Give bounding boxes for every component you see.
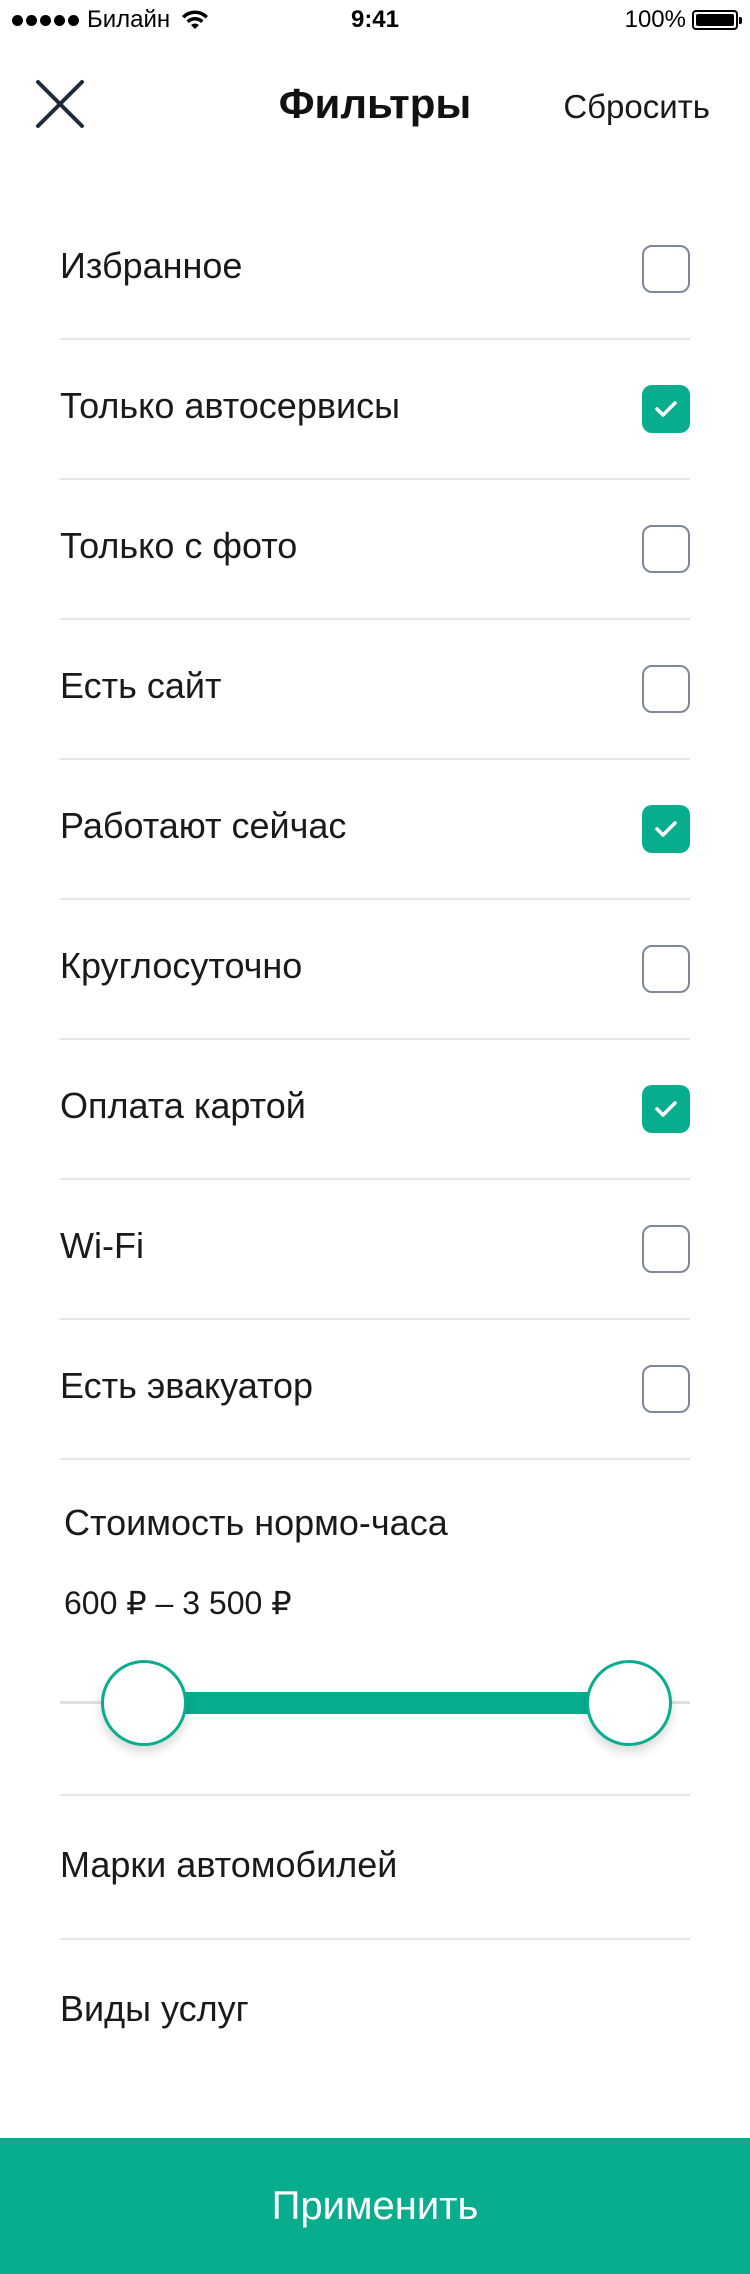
checkbox[interactable] (642, 945, 690, 993)
slider-max-handle[interactable] (586, 1660, 672, 1746)
status-bar: Билайн 9:41 100% (0, 0, 750, 40)
filter-label: Есть эвакуатор (60, 1365, 314, 1406)
checkmark-icon (655, 401, 677, 417)
checkbox[interactable] (642, 1365, 690, 1413)
checkmark-icon (655, 821, 677, 837)
battery-percent: 100% (624, 6, 686, 33)
filter-row-only-autoservices[interactable]: Только автосервисы (0, 340, 750, 480)
filter-row-tow-truck[interactable]: Есть эвакуатор (0, 1320, 750, 1460)
filter-row-favorites[interactable]: Избранное (0, 200, 750, 340)
filter-label: Wi-Fi (60, 1225, 144, 1266)
filter-row-has-website[interactable]: Есть сайт (0, 620, 750, 760)
price-section: Стоимость нормо-часа 600 ₽ – 3 500 ₽ (0, 1460, 750, 1796)
filter-label: Есть сайт (60, 665, 222, 706)
battery-icon (692, 10, 742, 30)
checkbox[interactable] (642, 665, 690, 713)
checkbox[interactable] (642, 245, 690, 293)
checkbox-checked[interactable] (642, 805, 690, 853)
filter-row-24-hours[interactable]: Круглосуточно (0, 900, 750, 1040)
slider-selected-range (144, 1692, 630, 1714)
filter-label: Круглосуточно (60, 945, 303, 986)
reset-button[interactable]: Сбросить (563, 88, 710, 126)
nav-bar: Фильтры Сбросить (0, 40, 750, 170)
price-title: Стоимость нормо-часа (64, 1502, 448, 1543)
car-brands-label: Марки автомобилей (60, 1844, 398, 1885)
apply-button[interactable]: Применить (0, 2138, 750, 2274)
checkbox-checked[interactable] (642, 1085, 690, 1133)
filter-label: Работают сейчас (60, 805, 347, 846)
slider-min-handle[interactable] (101, 1660, 187, 1746)
checkbox[interactable] (642, 1225, 690, 1273)
checkbox-checked[interactable] (642, 385, 690, 433)
price-range-value: 600 ₽ – 3 500 ₽ (64, 1585, 292, 1621)
filter-label: Только автосервисы (60, 385, 400, 426)
filter-label: Оплата картой (60, 1085, 306, 1126)
filter-row-wifi[interactable]: Wi-Fi (0, 1180, 750, 1320)
checkmark-icon (655, 1101, 677, 1117)
car-brands-row[interactable]: Марки автомобилей (0, 1796, 750, 1940)
filter-row-only-with-photo[interactable]: Только с фото (0, 480, 750, 620)
service-types-label: Виды услуг (60, 1988, 249, 2029)
service-types-row[interactable]: Виды услуг (0, 1940, 750, 2084)
filter-row-open-now[interactable]: Работают сейчас (0, 760, 750, 900)
filter-list: Избранное Только автосервисы Только с фо… (0, 200, 750, 1460)
checkbox[interactable] (642, 525, 690, 573)
status-right: 100% (624, 6, 742, 34)
filter-label: Только с фото (60, 525, 298, 566)
filter-label: Избранное (60, 245, 243, 286)
filter-row-card-payment[interactable]: Оплата картой (0, 1040, 750, 1180)
